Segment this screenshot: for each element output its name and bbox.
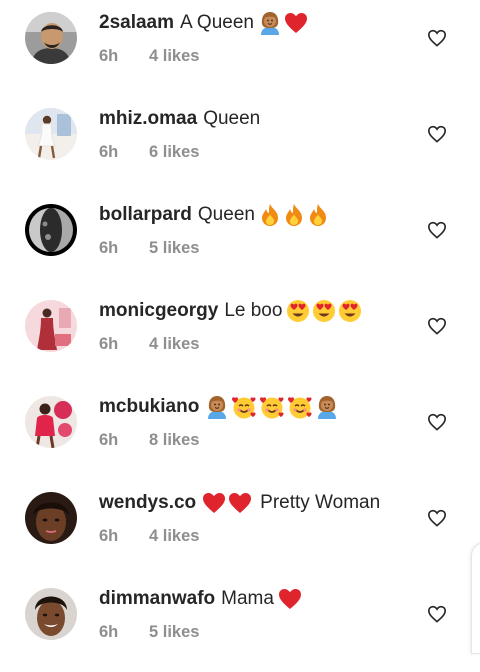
fire-icon [283, 203, 305, 227]
comment-meta: 6h 4 likes [99, 335, 199, 354]
likes-count[interactable]: 5 likes [149, 623, 199, 641]
like-button[interactable] [427, 317, 447, 335]
comment-row: wendys.co Pretty Woman 6h 4 likes [0, 480, 480, 576]
heart-eyes-icon [338, 299, 362, 323]
heart-outline-icon [427, 29, 447, 47]
comment-row: mhiz.omaa Queen 6h 6 likes [0, 96, 480, 192]
like-button[interactable] [427, 125, 447, 143]
comment-text-line: dimmanwafo Mama [99, 586, 304, 612]
username-link[interactable]: mhiz.omaa [99, 108, 197, 130]
username-link[interactable]: bollarpard [99, 204, 192, 226]
avatar[interactable] [25, 12, 77, 64]
timestamp: 6h [99, 527, 119, 545]
avatar[interactable] [25, 492, 77, 544]
heart-outline-icon [427, 509, 447, 527]
smiling-hearts-icon [287, 395, 313, 419]
comment-text: Le boo [224, 300, 283, 321]
red-heart-icon [284, 12, 308, 34]
likes-count[interactable]: 4 likes [149, 335, 199, 353]
username-link[interactable]: 2salaam [99, 12, 174, 34]
heart-outline-icon [427, 317, 447, 335]
comment-meta: 6h 5 likes [99, 623, 199, 642]
red-heart-icon [278, 588, 302, 610]
heart-outline-icon [427, 413, 447, 431]
avatar[interactable] [25, 396, 77, 448]
likes-count[interactable]: 6 likes [149, 143, 199, 161]
smiling-hearts-icon [259, 395, 285, 419]
comment-row: dimmanwafo Mama 6h 5 likes [0, 576, 480, 672]
woman-icon [205, 394, 229, 420]
sheet-edge [471, 542, 480, 654]
comment-row: bollarpard Queen 6h 5 likes [0, 192, 480, 288]
avatar[interactable] [25, 204, 77, 256]
heart-eyes-icon [312, 299, 336, 323]
comment-text: Pretty Woman [260, 492, 381, 513]
timestamp: 6h [99, 623, 119, 641]
fire-icon [259, 203, 281, 227]
comment-text: Queen [203, 108, 261, 129]
username-link[interactable]: monicgeorgy [99, 300, 218, 322]
comment-text-line: bollarpard Queen [99, 202, 331, 228]
comment-text-line: monicgeorgy Le boo [99, 298, 364, 324]
comment-meta: 6h 4 likes [99, 47, 199, 66]
comment-meta: 6h 6 likes [99, 143, 199, 162]
heart-outline-icon [427, 605, 447, 623]
comment-row: mcbukiano 6h 8 likes [0, 384, 480, 480]
comment-row: 2salaam A Queen 6h 4 likes [0, 0, 480, 96]
heart-outline-icon [427, 125, 447, 143]
avatar[interactable] [25, 108, 77, 160]
like-button[interactable] [427, 221, 447, 239]
likes-count[interactable]: 8 likes [149, 431, 199, 449]
fire-icon [307, 203, 329, 227]
smiling-hearts-icon [231, 395, 257, 419]
comment-meta: 6h 5 likes [99, 239, 199, 258]
timestamp: 6h [99, 239, 119, 257]
comment-meta: 6h 4 likes [99, 527, 199, 546]
username-link[interactable]: wendys.co [99, 492, 196, 514]
timestamp: 6h [99, 47, 119, 65]
woman-icon [258, 10, 282, 36]
comment-text-line: mcbukiano [99, 394, 341, 420]
comment-text-line: mhiz.omaa Queen [99, 106, 264, 132]
likes-count[interactable]: 4 likes [149, 527, 199, 545]
like-button[interactable] [427, 413, 447, 431]
heart-outline-icon [427, 221, 447, 239]
timestamp: 6h [99, 143, 119, 161]
comment-meta: 6h 8 likes [99, 431, 199, 450]
comment-text: A Queen [180, 12, 254, 33]
red-heart-icon [228, 492, 252, 514]
username-link[interactable]: dimmanwafo [99, 588, 215, 610]
comment-text: Queen [197, 204, 255, 225]
comment-row: monicgeorgy Le boo 6h 4 likes [0, 288, 480, 384]
likes-count[interactable]: 4 likes [149, 47, 199, 65]
comment-text-line: 2salaam A Queen [99, 10, 310, 36]
comment-text-line: wendys.co Pretty Woman [99, 490, 384, 516]
avatar[interactable] [25, 300, 77, 352]
heart-eyes-icon [286, 299, 310, 323]
red-heart-icon [202, 492, 226, 514]
like-button[interactable] [427, 29, 447, 47]
comment-text: Mama [221, 588, 274, 609]
like-button[interactable] [427, 509, 447, 527]
timestamp: 6h [99, 431, 119, 449]
likes-count[interactable]: 5 likes [149, 239, 199, 257]
like-button[interactable] [427, 605, 447, 623]
woman-icon [315, 394, 339, 420]
timestamp: 6h [99, 335, 119, 353]
avatar[interactable] [25, 588, 77, 640]
username-link[interactable]: mcbukiano [99, 396, 199, 418]
